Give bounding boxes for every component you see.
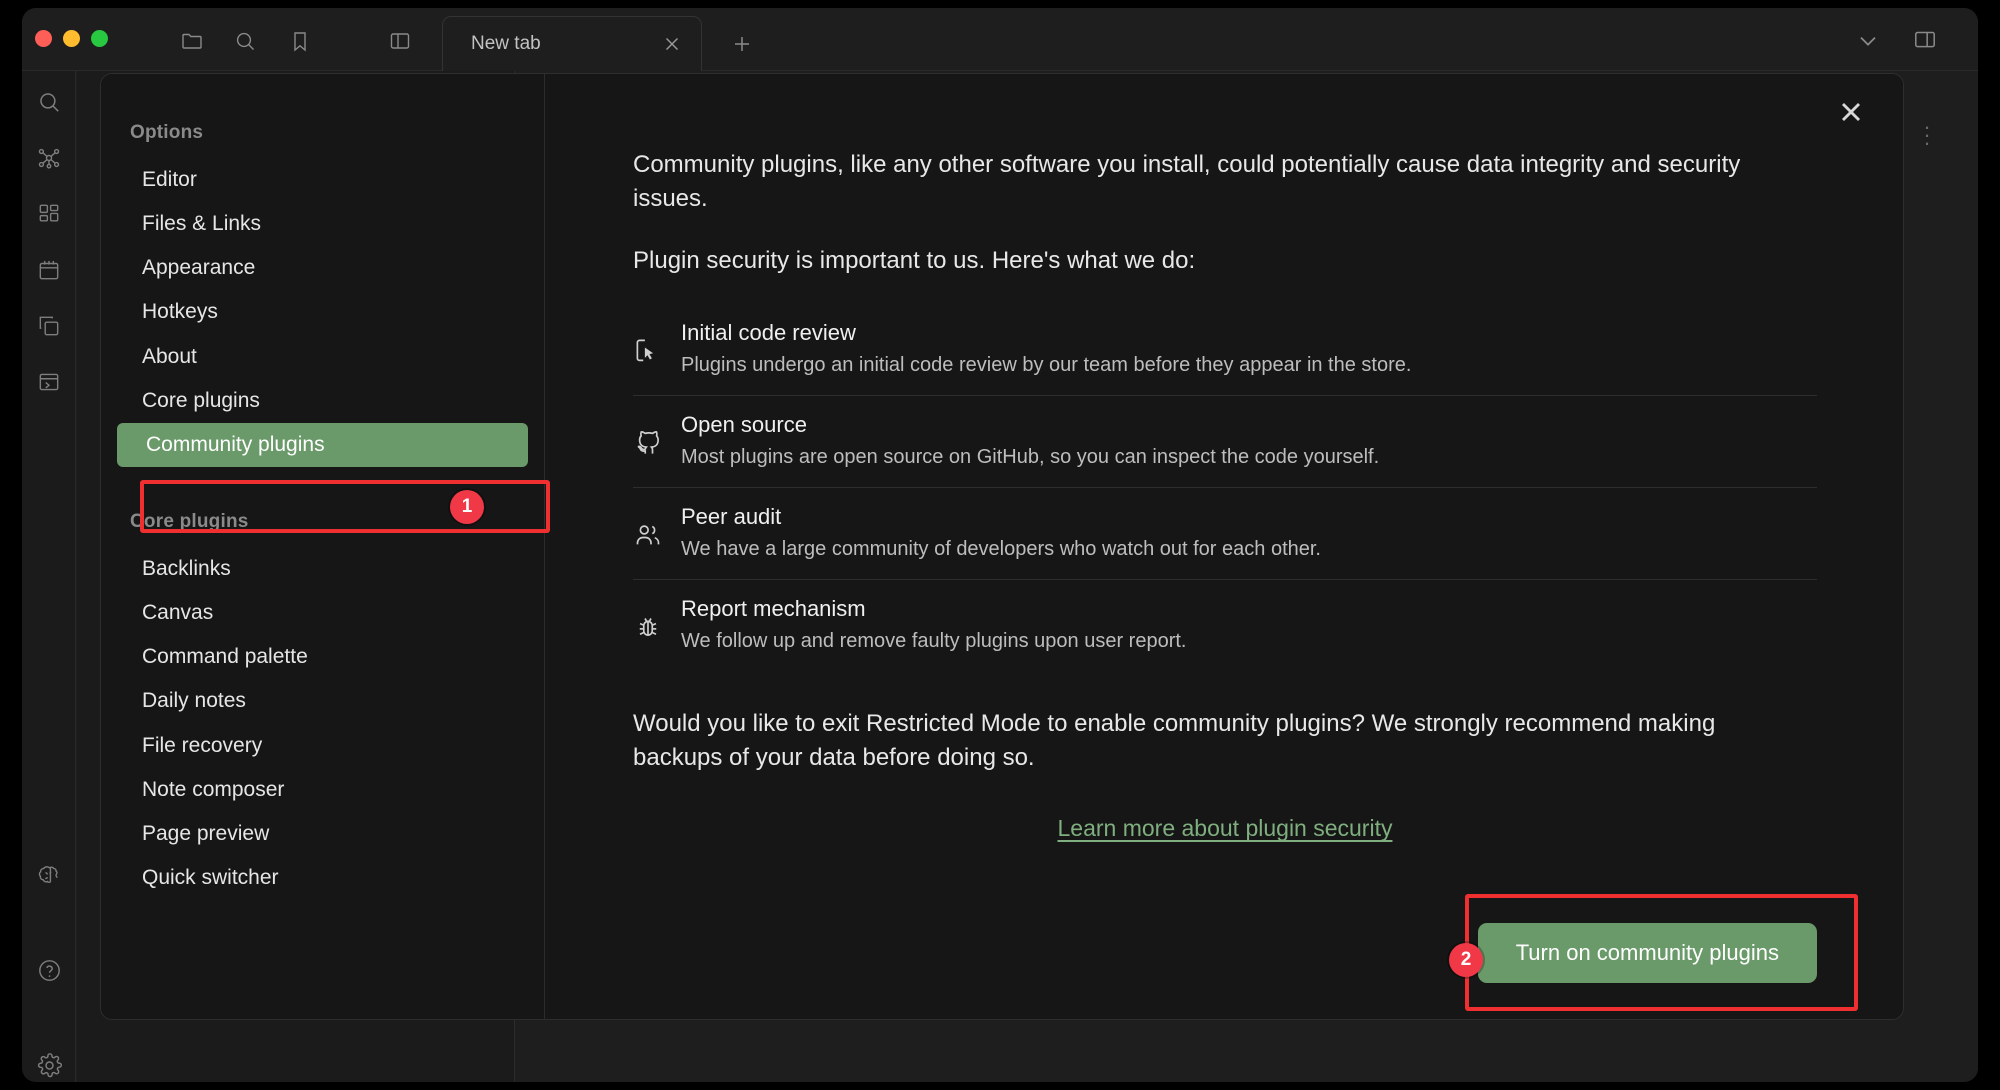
sidebar-item-hotkeys[interactable]: Hotkeys	[113, 290, 532, 334]
turn-on-community-plugins-button[interactable]: Turn on community plugins	[1478, 923, 1817, 983]
github-icon	[633, 412, 681, 458]
toggle-left-sidebar-icon[interactable]	[385, 26, 415, 56]
zoom-window-button[interactable]	[91, 30, 108, 47]
sidebar-item-note-composer[interactable]: Note composer	[113, 768, 532, 812]
feature-text: Initial code review Plugins undergo an i…	[681, 320, 1817, 377]
feature-description: We have a large community of developers …	[681, 538, 1817, 561]
feature-description: We follow up and remove faulty plugins u…	[681, 630, 1817, 653]
settings-content: Community plugins, like any other softwa…	[545, 74, 1903, 1019]
window-controls	[35, 30, 108, 47]
chevron-down-icon[interactable]	[1854, 26, 1882, 54]
feature-item-report-mechanism: Report mechanism We follow up and remove…	[633, 580, 1817, 671]
cta-row: Turn on community plugins	[1478, 923, 1817, 983]
search-icon[interactable]	[230, 26, 260, 56]
feature-title: Report mechanism	[681, 596, 1817, 622]
left-ribbon	[22, 71, 76, 1082]
terminal-icon[interactable]	[34, 367, 64, 397]
annotation-badge-1: 1	[450, 490, 484, 524]
security-feature-list: Initial code review Plugins undergo an i…	[633, 304, 1817, 671]
feature-title: Initial code review	[681, 320, 1817, 346]
annotation-badge-2: 2	[1449, 943, 1483, 977]
sidebar-item-command-palette[interactable]: Command palette	[113, 635, 532, 679]
folder-icon[interactable]	[177, 26, 207, 56]
tab-label: New tab	[471, 33, 541, 55]
sidebar-item-about[interactable]: About	[113, 335, 532, 379]
close-window-button[interactable]	[35, 30, 52, 47]
feature-text: Peer audit We have a large community of …	[681, 504, 1817, 561]
canvas-grid-icon[interactable]	[34, 199, 64, 229]
close-icon[interactable]	[1835, 96, 1869, 130]
sidebar-item-daily-notes[interactable]: Daily notes	[113, 679, 532, 723]
plus-icon[interactable]	[730, 32, 754, 56]
sidebar-item-quick-switcher[interactable]: Quick switcher	[113, 856, 532, 900]
feature-item-open-source: Open source Most plugins are open source…	[633, 396, 1817, 488]
settings-modal: Options Editor Files & Links Appearance …	[100, 73, 1904, 1020]
learn-more-row: Learn more about plugin security	[633, 815, 1817, 842]
calendar-icon[interactable]	[34, 255, 64, 285]
feature-description: Plugins undergo an initial code review b…	[681, 354, 1817, 377]
copy-panes-icon[interactable]	[34, 311, 64, 341]
feature-title: Peer audit	[681, 504, 1817, 530]
sidebar-item-core-plugins[interactable]: Core plugins	[113, 379, 532, 423]
more-options-icon[interactable]: ···	[1922, 123, 1932, 147]
sidebar-item-canvas[interactable]: Canvas	[113, 591, 532, 635]
cursor-click-icon	[633, 320, 681, 366]
intro-paragraph: Community plugins, like any other softwa…	[633, 148, 1773, 216]
tab-new-tab[interactable]: New tab	[442, 16, 702, 71]
feature-text: Report mechanism We follow up and remove…	[681, 596, 1817, 653]
title-bar: New tab	[22, 8, 1978, 71]
sidebar-item-editor[interactable]: Editor	[113, 158, 532, 202]
close-icon[interactable]	[661, 33, 683, 55]
feature-description: Most plugins are open source on GitHub, …	[681, 446, 1817, 469]
minimize-window-button[interactable]	[63, 30, 80, 47]
sidebar-item-files-links[interactable]: Files & Links	[113, 202, 532, 246]
options-header: Options	[101, 122, 544, 158]
feature-item-initial-code-review: Initial code review Plugins undergo an i…	[633, 304, 1817, 396]
brain-icon[interactable]	[34, 860, 64, 890]
sidebar-item-appearance[interactable]: Appearance	[113, 246, 532, 290]
sidebar-item-page-preview[interactable]: Page preview	[113, 812, 532, 856]
lead-paragraph: Plugin security is important to us. Here…	[633, 244, 1773, 278]
learn-more-link[interactable]: Learn more about plugin security	[1058, 815, 1393, 841]
graph-view-icon[interactable]	[34, 143, 64, 173]
feature-item-peer-audit: Peer audit We have a large community of …	[633, 488, 1817, 580]
bug-icon	[633, 596, 681, 642]
sidebar-item-file-recovery[interactable]: File recovery	[113, 724, 532, 768]
sidebar-item-community-plugins[interactable]: Community plugins	[117, 423, 528, 467]
gear-icon[interactable]	[34, 1050, 64, 1080]
feature-text: Open source Most plugins are open source…	[681, 412, 1817, 469]
application-window: New tab	[22, 8, 1978, 1082]
bookmark-icon[interactable]	[285, 26, 315, 56]
settings-sidebar: Options Editor Files & Links Appearance …	[101, 74, 545, 1019]
search-icon[interactable]	[34, 87, 64, 117]
toggle-right-sidebar-icon[interactable]	[1912, 26, 1940, 54]
sidebar-item-backlinks[interactable]: Backlinks	[113, 547, 532, 591]
users-icon	[633, 504, 681, 550]
feature-title: Open source	[681, 412, 1817, 438]
help-circle-icon[interactable]	[34, 955, 64, 985]
question-paragraph: Would you like to exit Restricted Mode t…	[633, 707, 1793, 775]
